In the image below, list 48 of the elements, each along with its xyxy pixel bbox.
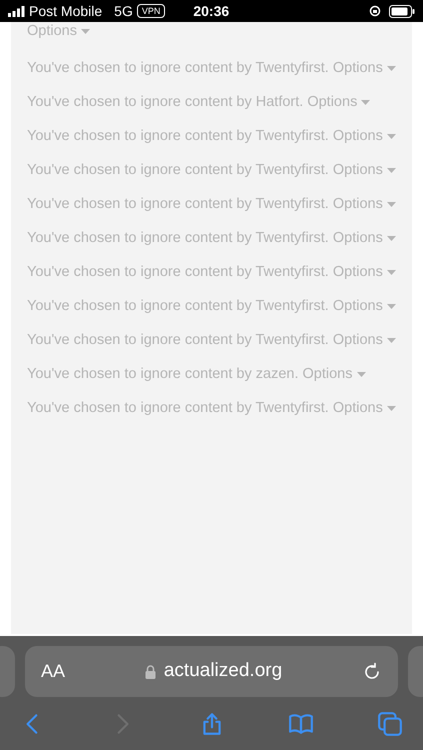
caret-icon: [386, 338, 396, 343]
signal-icon: [8, 6, 25, 16]
options-link[interactable]: Options: [332, 227, 396, 250]
ignored-content-notice: You've chosen to ignore content by Twentyfirst.: [27, 60, 329, 76]
options-link[interactable]: Options: [332, 397, 396, 420]
caret-icon: [386, 66, 396, 71]
caret-icon: [386, 168, 396, 173]
ignored-content-notice: You've chosen to ignore content by Twentyfirst.: [27, 128, 329, 144]
caret-icon: [386, 406, 396, 411]
caret-icon: [386, 270, 396, 275]
caret-icon: [386, 304, 396, 309]
options-link[interactable]: Options: [332, 125, 396, 148]
vpn-badge: VPN: [136, 4, 166, 18]
options-link[interactable]: Options: [27, 22, 90, 43]
options-link[interactable]: Options: [307, 91, 370, 114]
clock-time: 20:36: [193, 2, 230, 20]
rotation-lock-icon: [369, 5, 381, 17]
reload-icon[interactable]: [362, 662, 382, 682]
network-type: 5G: [114, 2, 133, 20]
caret-icon: [386, 236, 396, 241]
options-link[interactable]: Options: [332, 159, 396, 182]
ignored-content-notice: You've chosen to ignore content by Twentyfirst.: [27, 196, 329, 212]
address-bar[interactable]: AA actualized.org: [25, 646, 398, 697]
options-link[interactable]: Options: [332, 57, 396, 80]
caret-icon: [80, 28, 90, 34]
options-link[interactable]: Options: [332, 329, 396, 352]
ignored-content-notice: You've chosen to ignore content by Twentyfirst.: [27, 230, 329, 246]
ignored-content-notice: You've chosen to ignore content by Twentyfirst.: [27, 298, 329, 314]
ignored-content-notice: You've chosen to ignore content by Twentyfirst.: [27, 162, 329, 178]
options-link[interactable]: Options: [302, 363, 366, 386]
caret-icon: [356, 372, 366, 377]
ignored-content-notice: You've chosen to ignore content by Hatfort.: [27, 94, 304, 110]
caret-icon: [386, 202, 396, 207]
battery-icon: [389, 4, 415, 18]
caret-icon: [361, 100, 370, 105]
ignored-content-notice: You've chosen to ignore content by Twentyfirst.: [27, 400, 329, 416]
url-text: actualized.org: [164, 659, 282, 684]
ignored-content-notice: You've chosen to ignore content by zazen.: [27, 366, 298, 382]
options-link[interactable]: Options: [332, 261, 396, 284]
ignored-content-notice: You've chosen to ignore content by Twentyfirst.: [27, 332, 329, 348]
ignored-content-notice: You've chosen to ignore content by Twentyfirst.: [27, 264, 329, 280]
text-size-button[interactable]: AA: [41, 658, 66, 685]
carrier-name: Post Mobile: [29, 2, 102, 20]
options-link[interactable]: Options: [332, 193, 396, 216]
caret-icon: [386, 134, 396, 139]
options-link[interactable]: Options: [332, 295, 396, 318]
lock-icon: [144, 664, 156, 678]
tabs-icon: [377, 710, 403, 736]
